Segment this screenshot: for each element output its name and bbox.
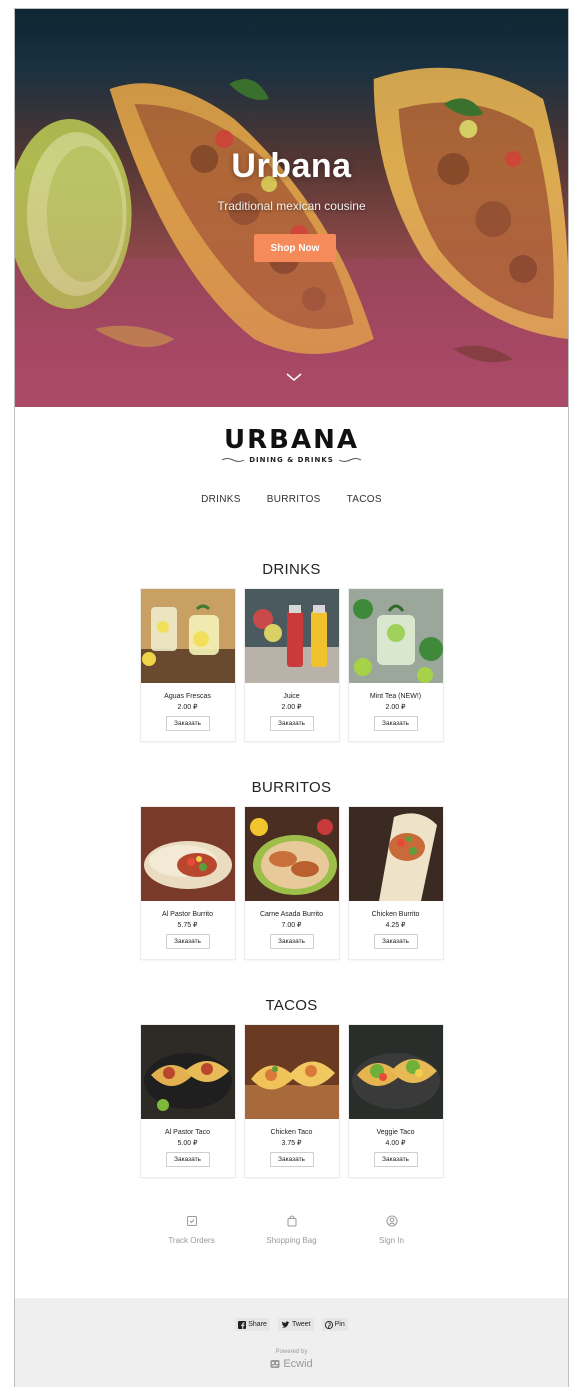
product-grid: Aguas Frescas 2.00 ₽ Заказать Juice 2.00…	[15, 589, 568, 741]
product-price: 4.00 ₽	[385, 1140, 406, 1147]
product-name: Al Pastor Burrito	[162, 911, 213, 918]
powered-by-text: Powered by	[275, 1349, 308, 1355]
pinterest-icon	[324, 1320, 333, 1329]
account-links: Track Orders Shopping Bag Sign In	[15, 1215, 568, 1248]
user-circle-icon	[386, 1215, 397, 1227]
product-price: 5.75 ₽	[177, 922, 198, 929]
twitter-tweet-button[interactable]: Tweet	[277, 1318, 314, 1331]
product-name: Juice	[283, 693, 300, 700]
product-card[interactable]: Chicken Burrito 4.25 ₽ Заказать	[348, 807, 443, 959]
section-title: TACOS	[265, 997, 318, 1014]
product-card[interactable]: Juice 2.00 ₽ Заказать	[244, 589, 339, 741]
product-price: 5.00 ₽	[177, 1140, 198, 1147]
logo-tagline: DINING & DRINKS	[15, 456, 568, 464]
product-card[interactable]: Carne Asada Burrito 7.00 ₽ Заказать	[244, 807, 339, 959]
product-image-aguas-frescas[interactable]	[140, 589, 235, 683]
nav-item-burritos[interactable]: BURRITOS	[267, 494, 321, 505]
flourish-left-icon	[221, 458, 245, 462]
order-button[interactable]: Заказать	[373, 716, 418, 731]
product-grid: Al Pastor Taco 5.00 ₽ Заказать Chicken T…	[15, 1025, 568, 1177]
product-price: 2.00 ₽	[385, 704, 406, 711]
category-nav: DRINKS BURRITOS TACOS	[15, 494, 568, 505]
share-buttons: Share Tweet Pin	[15, 1318, 568, 1331]
product-image-al-pastor-taco[interactable]	[140, 1025, 235, 1119]
section-tacos: TACOS Al Pastor Taco 5.00 ₽ Заказать Chi…	[15, 997, 568, 1177]
product-price: 2.00 ₽	[177, 704, 198, 711]
section-drinks: DRINKS Aguas Frescas 2.00 ₽ Заказать Jui…	[15, 561, 568, 741]
product-name: Chicken Taco	[270, 1129, 313, 1136]
order-button[interactable]: Заказать	[269, 716, 314, 731]
product-card[interactable]: Al Pastor Burrito 5.75 ₽ Заказать	[140, 807, 235, 959]
product-image-mint-tea[interactable]	[348, 589, 443, 683]
product-card[interactable]: Al Pastor Taco 5.00 ₽ Заказать	[140, 1025, 235, 1177]
product-image-carne-asada-burrito[interactable]	[244, 807, 339, 901]
pinterest-pin-button[interactable]: Pin	[321, 1318, 348, 1331]
hero-title: Urbana	[231, 147, 352, 185]
product-card[interactable]: Mint Tea (NEW!) 2.00 ₽ Заказать	[348, 589, 443, 741]
sign-in-link[interactable]: Sign In	[359, 1215, 425, 1248]
hero-subtitle: Traditional mexican cousine	[217, 199, 366, 213]
product-card[interactable]: Chicken Taco 3.75 ₽ Заказать	[244, 1025, 339, 1177]
product-name: Aguas Frescas	[164, 693, 211, 700]
section-burritos: BURRITOS Al Pastor Burrito 5.75 ₽ Заказа…	[15, 779, 568, 959]
chevron-down-icon[interactable]	[285, 371, 303, 383]
ecwid-brand-link[interactable]: Ecwid	[15, 1358, 568, 1370]
product-card[interactable]: Aguas Frescas 2.00 ₽ Заказать	[140, 589, 235, 741]
shopping-bag-link[interactable]: Shopping Bag	[259, 1215, 325, 1248]
product-name: Veggie Taco	[376, 1129, 415, 1136]
hero-banner: Urbana Traditional mexican cousine Shop …	[15, 9, 568, 407]
sign-in-label: Sign In	[379, 1236, 404, 1245]
logo-wordmark: URBANA	[224, 425, 359, 455]
clipboard-check-icon	[186, 1216, 197, 1226]
product-image-al-pastor-burrito[interactable]	[140, 807, 235, 901]
share-label: Share	[248, 1321, 267, 1328]
order-button[interactable]: Заказать	[165, 716, 210, 731]
order-button[interactable]: Заказать	[269, 934, 314, 949]
product-price: 4.25 ₽	[385, 922, 406, 929]
ecwid-brand-text: Ecwid	[283, 1358, 313, 1370]
pin-label: Pin	[334, 1321, 345, 1328]
order-button[interactable]: Заказать	[165, 1152, 210, 1167]
track-orders-label: Track Orders	[168, 1236, 215, 1245]
product-name: Al Pastor Taco	[164, 1129, 210, 1136]
order-button[interactable]: Заказать	[373, 1152, 418, 1167]
product-image-juice[interactable]	[244, 589, 339, 683]
product-image-veggie-taco[interactable]	[348, 1025, 443, 1119]
section-title: DRINKS	[262, 561, 321, 578]
twitter-bird-icon	[281, 1320, 290, 1328]
nav-item-tacos[interactable]: TACOS	[347, 494, 382, 505]
order-button[interactable]: Заказать	[165, 934, 210, 949]
section-title: BURRITOS	[251, 779, 332, 796]
order-button[interactable]: Заказать	[373, 934, 418, 949]
product-image-chicken-taco[interactable]	[244, 1025, 339, 1119]
product-price: 3.75 ₽	[281, 1140, 302, 1147]
tweet-label: Tweet	[291, 1321, 311, 1328]
facebook-share-button[interactable]: Share	[235, 1318, 270, 1331]
storefront-page: Urbana Traditional mexican cousine Shop …	[14, 8, 569, 1387]
product-price: 7.00 ₽	[281, 922, 302, 929]
ecwid-logo-icon	[270, 1360, 280, 1368]
nav-item-drinks[interactable]: DRINKS	[201, 494, 241, 505]
shop-now-button[interactable]: Shop Now	[254, 234, 336, 262]
flourish-right-icon	[338, 458, 362, 462]
product-name: Chicken Burrito	[371, 911, 420, 918]
product-image-chicken-burrito[interactable]	[348, 807, 443, 901]
product-price: 2.00 ₽	[281, 704, 302, 711]
shopping-bag-label: Shopping Bag	[266, 1236, 317, 1245]
product-name: Mint Tea (NEW!)	[369, 693, 422, 700]
product-name: Carne Asada Burrito	[259, 911, 324, 918]
order-button[interactable]: Заказать	[269, 1152, 314, 1167]
track-orders-link[interactable]: Track Orders	[159, 1215, 225, 1248]
facebook-icon	[238, 1320, 247, 1329]
footer: Share Tweet Pin Powered by Ecwid	[15, 1298, 568, 1387]
logo-tagline-text: DINING & DRINKS	[249, 456, 334, 464]
store-logo[interactable]: URBANA DINING & DRINKS	[15, 425, 568, 464]
product-card[interactable]: Veggie Taco 4.00 ₽ Заказать	[348, 1025, 443, 1177]
product-grid: Al Pastor Burrito 5.75 ₽ Заказать Carne …	[15, 807, 568, 959]
shopping-bag-icon	[287, 1215, 296, 1227]
